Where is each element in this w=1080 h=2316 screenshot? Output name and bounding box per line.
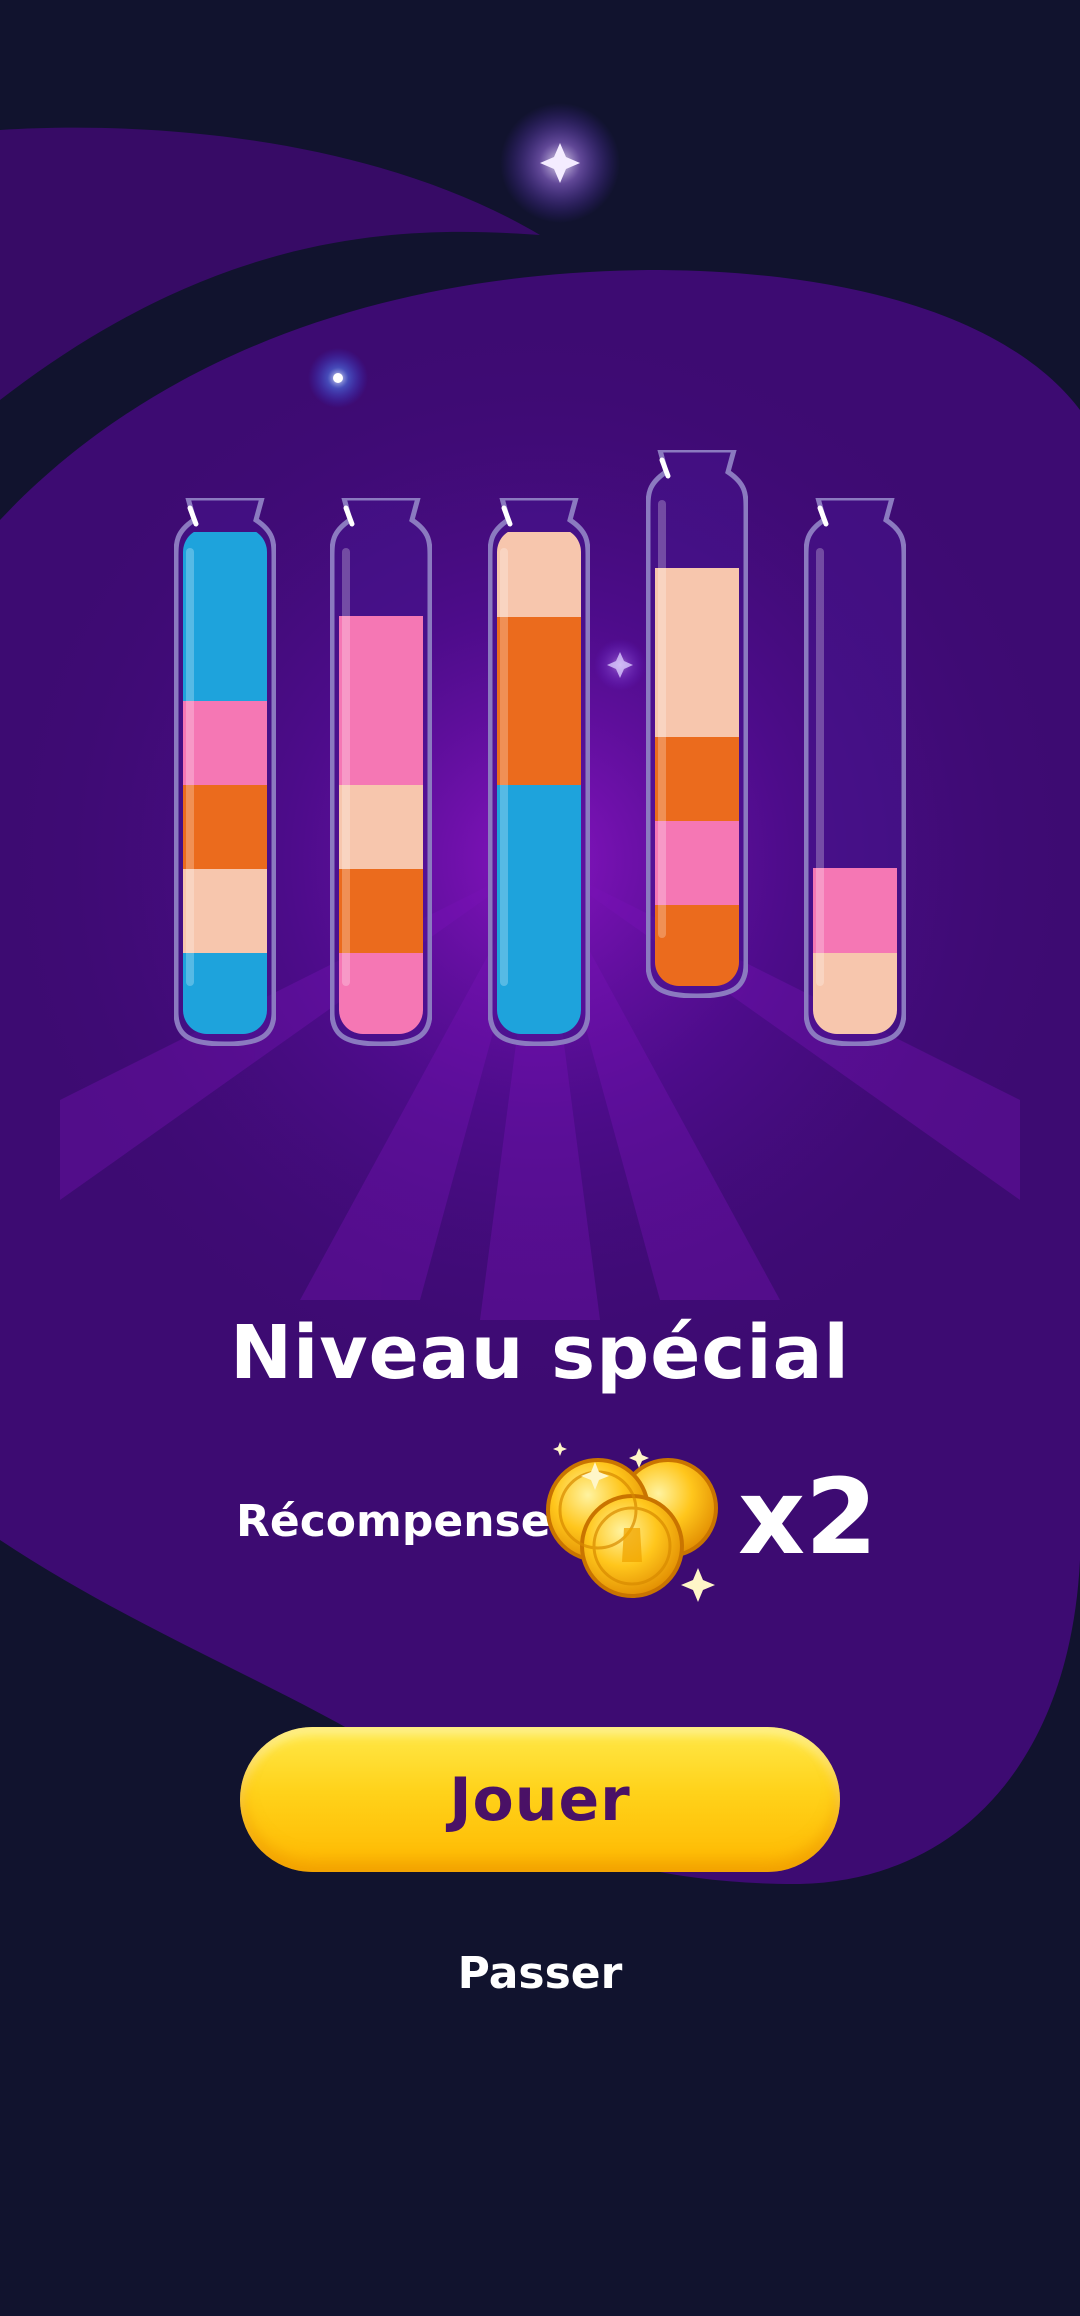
liquid-layer-blue	[497, 784, 581, 869]
tube-2[interactable]	[330, 498, 432, 1046]
liquid-layer-blue	[497, 952, 581, 1034]
liquid-layer-blue	[183, 616, 267, 701]
liquid-layer-peach	[655, 652, 739, 737]
liquid-layer-pink	[339, 616, 423, 701]
liquid-layer-peach	[339, 784, 423, 869]
play-button-label: Jouer	[449, 1764, 631, 1835]
liquid-layer-peach	[655, 568, 739, 653]
gold-coins-icon	[546, 1442, 718, 1602]
liquid-layer-blue	[183, 952, 267, 1034]
liquid-layer-peach	[183, 868, 267, 953]
skip-button[interactable]: Passer	[0, 1948, 1080, 1999]
reward-multiplier: x2	[738, 1456, 878, 1578]
tube-highlight	[816, 548, 824, 986]
liquid-layer-blue	[183, 532, 267, 617]
liquid-layer-orange	[497, 616, 581, 701]
liquid-layer-pink	[813, 868, 897, 953]
tube-highlight	[186, 548, 194, 986]
liquid-layer-orange	[497, 700, 581, 785]
tube-highlight	[658, 500, 666, 938]
liquid-layer-pink	[339, 952, 423, 1034]
tube-highlight	[342, 548, 350, 986]
liquid-layer-orange	[183, 784, 267, 869]
liquid-layer-peach	[813, 952, 897, 1034]
liquid-layer-blue	[497, 868, 581, 953]
liquid-layer-pink	[183, 700, 267, 785]
liquid-layer-orange	[339, 868, 423, 953]
liquid-layer-pink	[655, 820, 739, 905]
level-title: Niveau spécial	[230, 1310, 850, 1396]
tube-5[interactable]	[804, 498, 906, 1046]
tube-3[interactable]	[488, 498, 590, 1046]
liquid-layer-orange	[655, 736, 739, 821]
liquid-layer-pink	[339, 700, 423, 785]
reward-label: Récompense	[236, 1496, 551, 1547]
play-button[interactable]: Jouer	[240, 1727, 840, 1872]
liquid-layer-orange	[655, 904, 739, 986]
tube-1[interactable]	[174, 498, 276, 1046]
liquid-layer-peach	[497, 532, 581, 617]
tube-highlight	[500, 548, 508, 986]
tube-4[interactable]	[646, 450, 748, 998]
